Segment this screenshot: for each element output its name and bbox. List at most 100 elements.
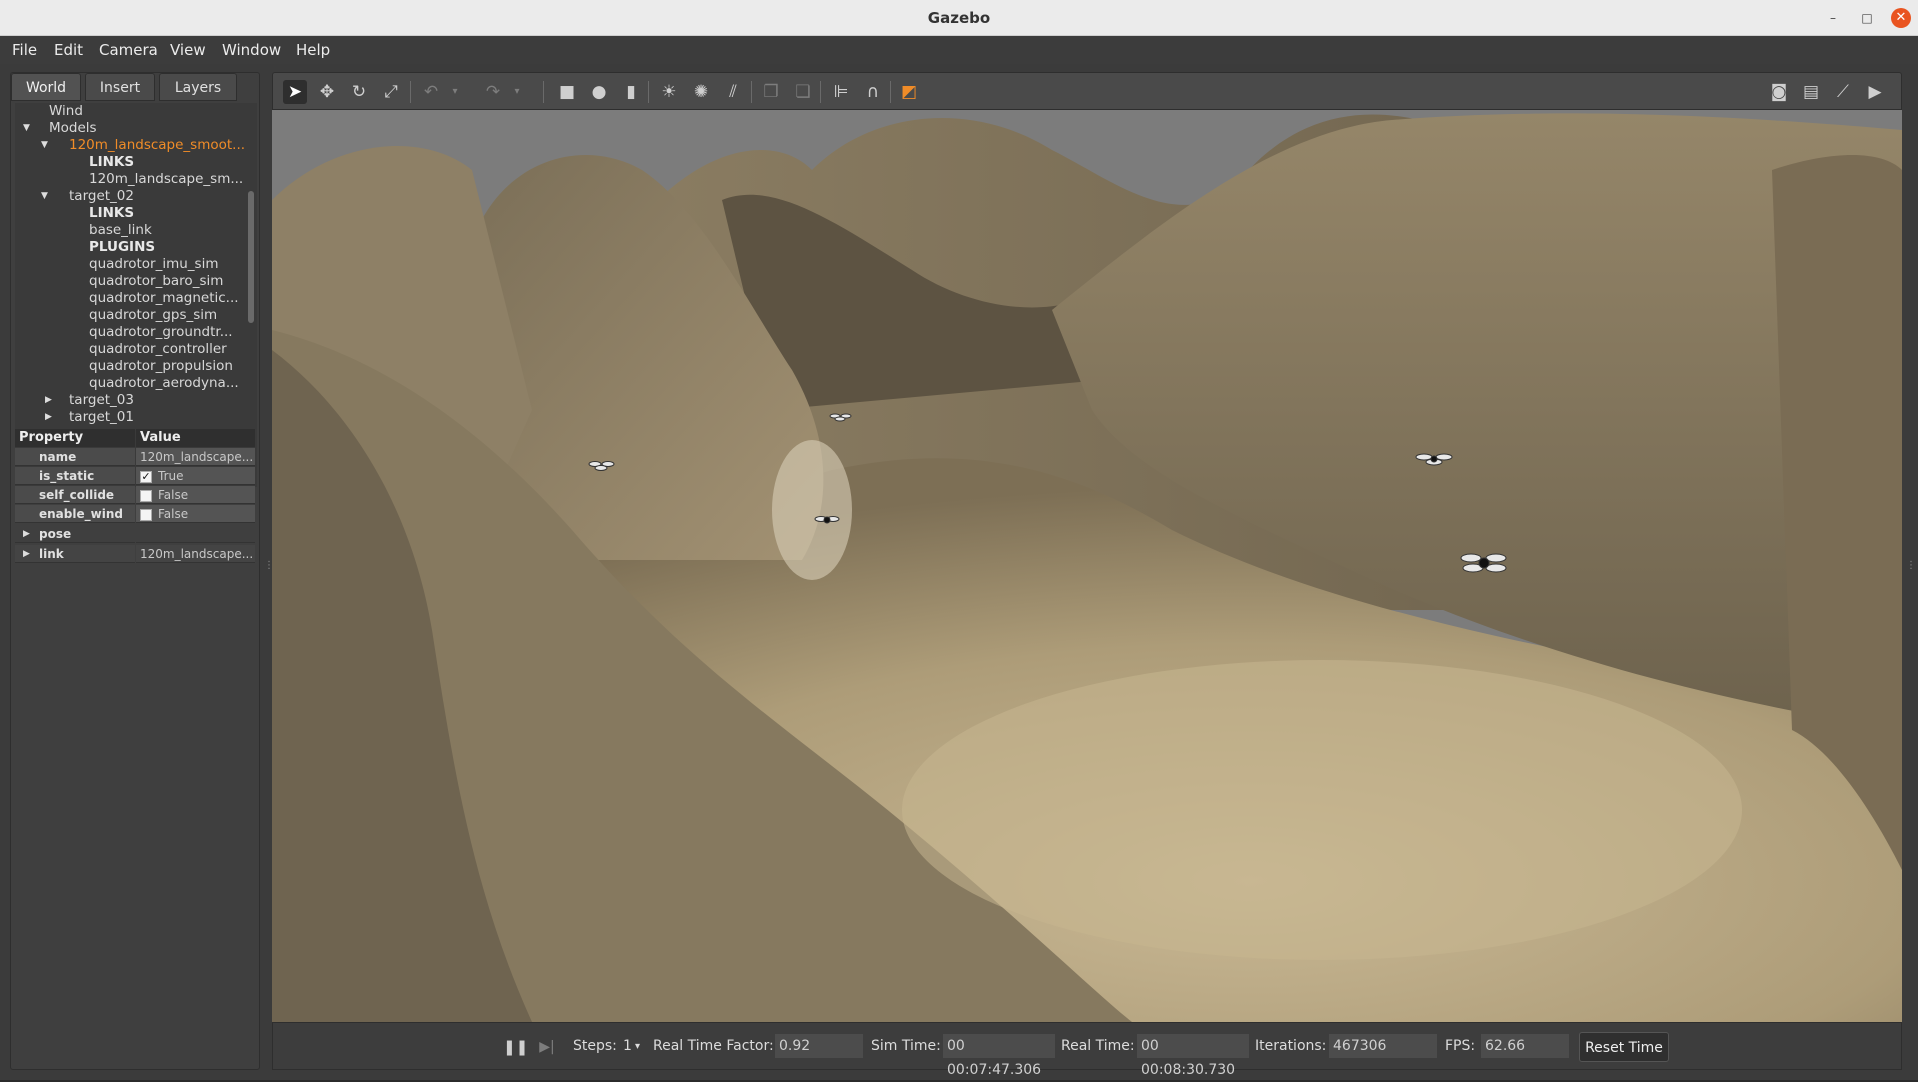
tree-item-models[interactable]: Models [49,120,97,137]
prop-value-checkbox[interactable]: False [136,486,255,504]
tree-item-plugin[interactable]: quadrotor_baro_sim [89,273,249,290]
plot-icon[interactable]: ⟋ [1831,80,1855,104]
prop-label: pose [15,525,135,543]
tree-item-target-02[interactable]: target_02 [69,188,134,205]
prop-value: 120m_landscape... [136,545,255,563]
sim-time-value: 00 00:07:47.306 [943,1034,1055,1078]
tree-item-target-03[interactable]: target_03 [69,392,134,409]
fps-value: 62.66 [1481,1034,1569,1058]
tree-item-base-link[interactable]: base_link [89,222,152,239]
property-table: Property Value name 120m_landscape... is… [15,429,255,563]
undo-history-icon[interactable]: ▾ [443,80,467,104]
checkbox-unchecked-icon[interactable] [140,489,152,502]
tree-item-plugin[interactable]: quadrotor_magnetic... [89,290,249,307]
sim-status-bar: ❚❚ ▶| Steps: 1 ▾ Real Time Factor: 0.92 … [272,1022,1902,1078]
prop-label: enable_wind [15,505,135,523]
rotate-mode-icon[interactable]: ↻ [347,80,371,104]
checkbox-unchecked-icon[interactable] [140,508,152,521]
record-video-icon[interactable]: ▶ [1863,80,1887,104]
cylinder-shape-icon[interactable]: ▮ [619,80,643,104]
window-title: Gazebo [927,9,991,27]
menu-help[interactable]: Help [296,41,330,59]
tree-item-plugin[interactable]: quadrotor_groundtr... [89,324,249,341]
prop-label: self_collide [15,486,135,504]
prop-row-enable-wind: enable_wind False [15,505,255,523]
undo-icon[interactable]: ↶ [419,80,443,104]
tree-item-links-header: LINKS [89,154,135,170]
translate-mode-icon[interactable]: ✥ [315,80,339,104]
menu-window[interactable]: Window [222,41,281,59]
steps-dropdown-icon[interactable]: ▾ [635,1041,640,1052]
tab-layers[interactable]: Layers [159,73,237,101]
iterations-label: Iterations: [1255,1038,1327,1054]
3d-viewport[interactable] [272,110,1902,1022]
point-light-icon[interactable]: ☀ [657,80,681,104]
menu-camera[interactable]: Camera [99,41,158,59]
prop-row-pose[interactable]: ▶ pose [15,525,255,543]
checkbox-checked-icon[interactable]: ✓ [140,470,152,483]
collapsed-arrow-icon[interactable]: ▶ [45,412,52,422]
rtf-value: 0.92 [775,1034,863,1058]
prop-row-is-static: is_static ✓ True [15,467,255,485]
title-bar: Gazebo – □ ✕ [0,0,1918,36]
redo-icon[interactable]: ↷ [481,80,505,104]
real-time-label: Real Time: [1061,1038,1135,1054]
menu-edit[interactable]: Edit [54,41,83,59]
sim-time-label: Sim Time: [871,1038,941,1054]
menu-view[interactable]: View [170,41,206,59]
real-time-value: 00 00:08:30.730 [1137,1034,1249,1078]
snap-icon[interactable]: ∩ [861,80,885,104]
steps-label: Steps: [573,1038,617,1054]
prop-value-checkbox[interactable]: False [136,505,255,523]
collapsed-arrow-icon[interactable]: ▶ [45,395,52,405]
copy-icon[interactable]: ❐ [759,80,783,104]
prop-label: link [15,545,135,563]
expand-arrow-icon[interactable]: ▼ [41,140,48,150]
tree-item-target-01[interactable]: target_01 [69,409,134,426]
align-icon[interactable]: ⊫ [829,80,853,104]
tree-item-plugin[interactable]: quadrotor_controller [89,341,249,358]
splitter-handle[interactable]: ⋮ [1906,560,1916,574]
spot-light-icon[interactable]: ✺ [689,80,713,104]
sphere-shape-icon[interactable]: ● [587,80,611,104]
expand-arrow-icon[interactable]: ▼ [23,123,30,133]
menu-file[interactable]: File [12,41,37,59]
collapsed-arrow-icon[interactable]: ▶ [23,549,30,559]
tree-item-plugin[interactable]: quadrotor_imu_sim [89,256,249,273]
box-shape-icon[interactable]: ■ [555,80,579,104]
tree-item-landscape-model[interactable]: 120m_landscape_smoot... [69,137,249,154]
screenshot-icon[interactable]: ◙ [1767,80,1791,104]
log-icon[interactable]: ▤ [1799,80,1823,104]
minimize-button[interactable]: – [1823,8,1843,28]
pause-icon[interactable]: ❚❚ [503,1035,528,1059]
step-icon[interactable]: ▶| [535,1035,559,1059]
tree-item-plugin[interactable]: quadrotor_gps_sim [89,307,249,324]
prop-row-link[interactable]: ▶ link 120m_landscape... [15,545,255,563]
tab-insert[interactable]: Insert [85,73,155,101]
tree-scrollbar[interactable] [248,191,254,323]
select-mode-icon[interactable]: ➤ [283,80,307,104]
tree-item-plugins-header: PLUGINS [89,239,156,255]
prop-value[interactable]: 120m_landscape... [136,448,255,466]
maximize-button[interactable]: □ [1857,8,1877,28]
view-angle-icon[interactable]: ◩ [897,80,921,104]
redo-history-icon[interactable]: ▾ [505,80,529,104]
scale-mode-icon[interactable]: ⤢ [379,80,403,104]
splitter-handle[interactable]: ⋮ [264,560,274,574]
paste-icon[interactable]: ❏ [791,80,815,104]
prop-value-checkbox[interactable]: ✓ True [136,467,255,485]
tree-item-wind[interactable]: Wind [49,103,83,120]
tab-world[interactable]: World [11,73,81,101]
tree-item-links-header: LINKS [89,205,135,221]
left-panel: World Insert Layers Wind ▼ Models ▼ 120m… [10,72,260,1070]
close-button[interactable]: ✕ [1891,8,1911,28]
tree-item-landscape-link[interactable]: 120m_landscape_sm... [89,171,249,188]
reset-time-button[interactable]: Reset Time [1579,1032,1669,1062]
expand-arrow-icon[interactable]: ▼ [41,191,48,201]
tree-item-plugin[interactable]: quadrotor_aerodyna... [89,375,249,392]
tree-item-plugin[interactable]: quadrotor_propulsion [89,358,249,375]
directional-light-icon[interactable]: ⫽ [721,80,745,104]
toolbar-separator [410,81,411,103]
iterations-value: 467306 [1329,1034,1437,1058]
steps-value[interactable]: 1 [623,1038,632,1054]
